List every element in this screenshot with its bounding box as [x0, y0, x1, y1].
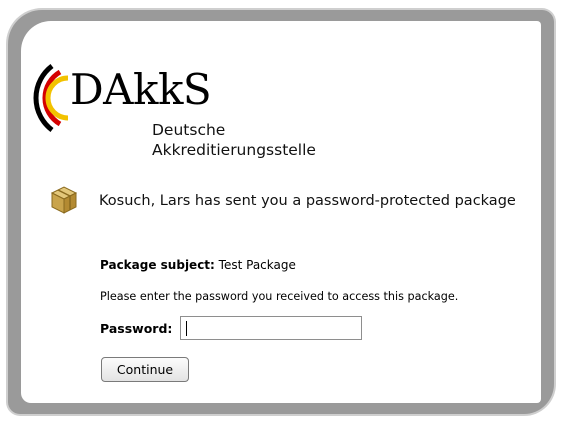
package-subject-label: Package subject:: [100, 258, 215, 272]
package-subject-row: Package subject: Test Package: [100, 258, 296, 272]
continue-button[interactable]: Continue: [101, 357, 189, 382]
brand-line-1: Deutsche: [152, 121, 226, 139]
brand-name: DAkkS: [70, 65, 212, 114]
package-subject-value: Test Package: [218, 258, 296, 272]
password-field[interactable]: [180, 316, 362, 340]
password-instructions: Please enter the password you received t…: [100, 290, 459, 303]
text-caret: [186, 321, 187, 336]
password-label: Password:: [100, 321, 173, 336]
brand-line-2: Akkreditierungsstelle: [152, 141, 316, 159]
package-box-icon: [50, 186, 78, 214]
package-headline: Kosuch, Lars has sent you a password-pro…: [99, 193, 516, 209]
